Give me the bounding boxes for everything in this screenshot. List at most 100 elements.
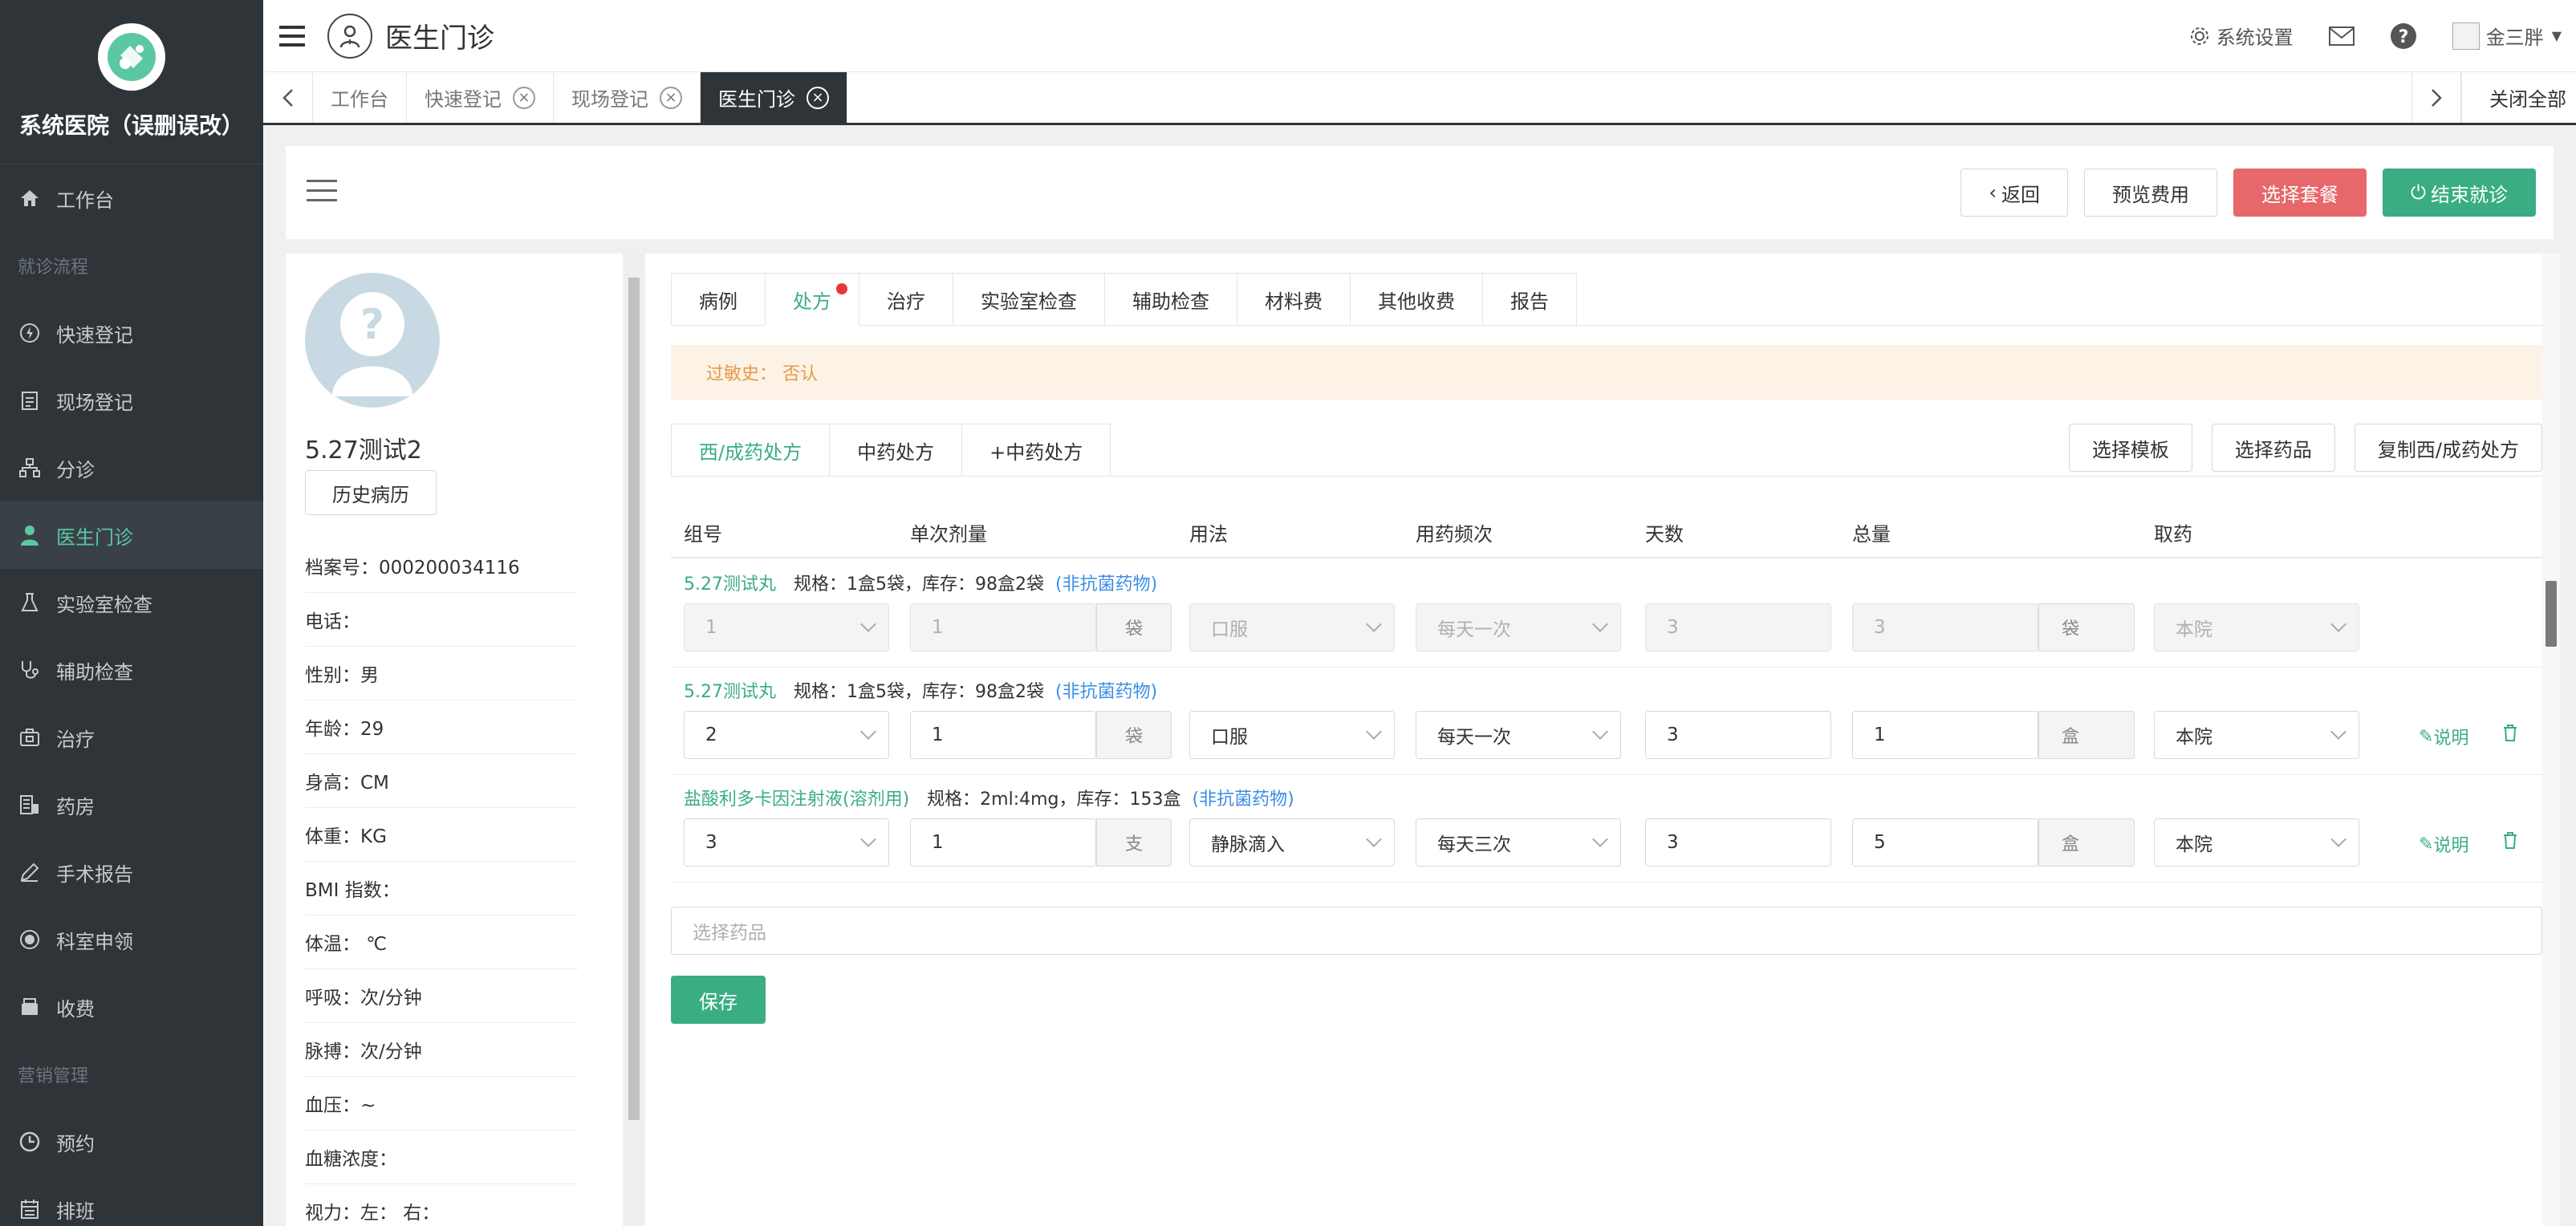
usage-select[interactable]: 静脉滴入 bbox=[1189, 818, 1395, 867]
note-link[interactable]: ✎ 说明 bbox=[2419, 831, 2468, 857]
days-input[interactable]: 3 bbox=[1645, 711, 1831, 759]
prescription-action-button-0[interactable]: 选择模板 bbox=[2068, 424, 2192, 472]
menu-toggle-icon[interactable] bbox=[263, 0, 321, 72]
select-package-button[interactable]: 选择套餐 bbox=[2233, 168, 2367, 217]
pickup-select[interactable]: 本院 bbox=[2154, 711, 2359, 759]
sidebar-item-9[interactable]: 药房 bbox=[0, 771, 263, 838]
sidebar-item-label: 实验室检查 bbox=[56, 593, 152, 616]
antibiotic-tag: (非抗菌药物) bbox=[1192, 790, 1294, 810]
dose-input[interactable]: 1 bbox=[910, 711, 1096, 759]
user-menu[interactable]: 金三胖 ▼ bbox=[2452, 22, 2562, 50]
sidebar-item-3[interactable]: 现场登记 bbox=[0, 367, 263, 434]
prescription-tab-2[interactable]: +中药处方 bbox=[961, 424, 1111, 477]
total-input[interactable]: 3 bbox=[1852, 603, 2038, 652]
prescription-action-button-1[interactable]: 选择药品 bbox=[2211, 424, 2335, 472]
group-select[interactable]: 2 bbox=[684, 711, 889, 759]
record-tab-2[interactable]: 治疗 bbox=[859, 273, 953, 326]
tab-2[interactable]: 现场登记 × bbox=[554, 72, 701, 123]
sidebar-item-10[interactable]: 手术报告 bbox=[0, 838, 263, 906]
frequency-select-value: 每天一次 bbox=[1437, 619, 1511, 640]
note-link[interactable]: ✎ 说明 bbox=[2419, 724, 2468, 749]
pickup-select[interactable]: 本院 bbox=[2154, 818, 2359, 867]
total-unit-select[interactable]: 盒 bbox=[2038, 818, 2135, 867]
nav-section-label: 营销管理 bbox=[18, 1066, 89, 1086]
sidebar-item-8[interactable]: 治疗 bbox=[0, 704, 263, 771]
sidebar-item-2[interactable]: 快速登记 bbox=[0, 299, 263, 367]
sidebar-item-12[interactable]: 收费 bbox=[0, 973, 263, 1041]
trash-icon[interactable] bbox=[2502, 831, 2518, 849]
column-header: 用药频次 bbox=[1416, 523, 1493, 546]
sidebar-item-5[interactable]: 医生门诊 bbox=[0, 501, 263, 569]
drug-name[interactable]: 盐酸利多卡因注射液(溶剂用) bbox=[684, 790, 909, 810]
table-row: 5.27测试丸 规格：1盒5袋，库存：98盒2袋 (非抗菌药物) 2 1 袋 口服 每天一次 3… bbox=[671, 668, 2542, 775]
total-unit-select[interactable]: 袋 bbox=[2038, 603, 2135, 652]
frequency-select[interactable]: 每天一次 bbox=[1416, 603, 1621, 652]
tab-1[interactable]: 快速登记 × bbox=[407, 72, 554, 123]
record-tab-4[interactable]: 辅助检查 bbox=[1104, 273, 1237, 326]
system-settings-link[interactable]: 系统设置 bbox=[2189, 22, 2294, 50]
history-records-button[interactable]: 历史病历 bbox=[305, 470, 437, 515]
tabs-scroll-right-icon[interactable] bbox=[2411, 72, 2461, 123]
back-button[interactable]: ‹ 返回 bbox=[1960, 168, 2069, 217]
record-icon bbox=[18, 928, 42, 952]
sidebar-item-0[interactable]: 工作台 bbox=[0, 164, 263, 232]
sidebar-item-14[interactable]: 预约 bbox=[0, 1108, 263, 1175]
group-select[interactable]: 3 bbox=[684, 818, 889, 867]
sidebar-item-11[interactable]: 科室申领 bbox=[0, 906, 263, 973]
pickup-select[interactable]: 本院 bbox=[2154, 603, 2359, 652]
tab-3[interactable]: 医生门诊 × bbox=[701, 72, 847, 123]
record-tab-0[interactable]: 病例 bbox=[671, 273, 765, 326]
sidebar-item-7[interactable]: 辅助检查 bbox=[0, 636, 263, 704]
total-unit-select[interactable]: 盒 bbox=[2038, 711, 2135, 759]
days-input[interactable]: 3 bbox=[1645, 818, 1831, 867]
close-tab-icon[interactable]: × bbox=[807, 86, 829, 109]
sidebar-item-label: 收费 bbox=[56, 997, 95, 1021]
tab-label: 现场登记 bbox=[571, 88, 648, 111]
patient-scrollbar[interactable] bbox=[625, 254, 643, 1226]
usage-select[interactable]: 口服 bbox=[1189, 711, 1395, 759]
sidebar-item-6[interactable]: 实验室检查 bbox=[0, 569, 263, 636]
panel-menu-icon[interactable] bbox=[307, 180, 337, 205]
dose-input[interactable]: 1 bbox=[910, 818, 1096, 867]
main-scrollbar[interactable] bbox=[2542, 254, 2560, 1226]
drug-name[interactable]: 5.27测试丸 bbox=[684, 574, 776, 595]
prescription-tab-1[interactable]: 中药处方 bbox=[829, 424, 962, 477]
close-tab-icon[interactable]: × bbox=[660, 86, 682, 109]
sidebar-item-4[interactable]: 分诊 bbox=[0, 434, 263, 501]
dose-unit: 支 bbox=[1096, 818, 1172, 867]
total-unit-select-value: 盒 bbox=[2062, 727, 2080, 747]
record-tab-1[interactable]: 处方 bbox=[765, 273, 859, 326]
mail-icon[interactable] bbox=[2328, 26, 2355, 46]
tab-0[interactable]: 工作台 bbox=[313, 72, 407, 123]
sidebar-item-label: 辅助检查 bbox=[56, 660, 133, 684]
drug-name[interactable]: 5.27测试丸 bbox=[684, 682, 776, 702]
record-tab-6[interactable]: 其他收费 bbox=[1350, 273, 1482, 326]
dose-unit-value: 袋 bbox=[1124, 619, 1143, 639]
close-all-tabs-button[interactable]: 关闭全部 bbox=[2461, 72, 2576, 123]
record-tab-3[interactable]: 实验室检查 bbox=[953, 273, 1104, 326]
record-tab-7[interactable]: 报告 bbox=[1482, 273, 1577, 326]
dose-input[interactable]: 1 bbox=[910, 603, 1096, 652]
select-drug-input[interactable]: 选择药品 bbox=[671, 907, 2542, 955]
group-select[interactable]: 1 bbox=[684, 603, 889, 652]
frequency-select[interactable]: 每天一次 bbox=[1416, 711, 1621, 759]
drug-info: 5.27测试丸 规格：1盒5袋，库存：98盒2袋 (非抗菌药物) bbox=[684, 570, 1157, 595]
trash-icon[interactable] bbox=[2502, 724, 2518, 741]
help-icon[interactable]: ? bbox=[2390, 22, 2417, 50]
close-tab-icon[interactable]: × bbox=[513, 86, 535, 109]
prescription-tab-0[interactable]: 西/成药处方 bbox=[671, 424, 830, 477]
frequency-select[interactable]: 每天三次 bbox=[1416, 818, 1621, 867]
preview-fee-button[interactable]: 预览费用 bbox=[2084, 168, 2218, 217]
tabs-scroll-left-icon[interactable] bbox=[263, 72, 313, 123]
drug-spec: 规格：1盒5袋，库存：98盒2袋 bbox=[794, 682, 1044, 702]
save-button[interactable]: 保存 bbox=[671, 976, 766, 1024]
sidebar-item-15[interactable]: 排班 bbox=[0, 1175, 263, 1226]
prescription-action-button-2[interactable]: 复制西/成药处方 bbox=[2354, 424, 2542, 472]
chevron-down-icon bbox=[2330, 831, 2346, 847]
usage-select[interactable]: 口服 bbox=[1189, 603, 1395, 652]
total-input[interactable]: 5 bbox=[1852, 818, 2038, 867]
record-tab-5[interactable]: 材料费 bbox=[1237, 273, 1350, 326]
end-visit-button[interactable]: ⏻ 结束就诊 bbox=[2383, 168, 2536, 217]
total-input[interactable]: 1 bbox=[1852, 711, 2038, 759]
days-input[interactable]: 3 bbox=[1645, 603, 1831, 652]
